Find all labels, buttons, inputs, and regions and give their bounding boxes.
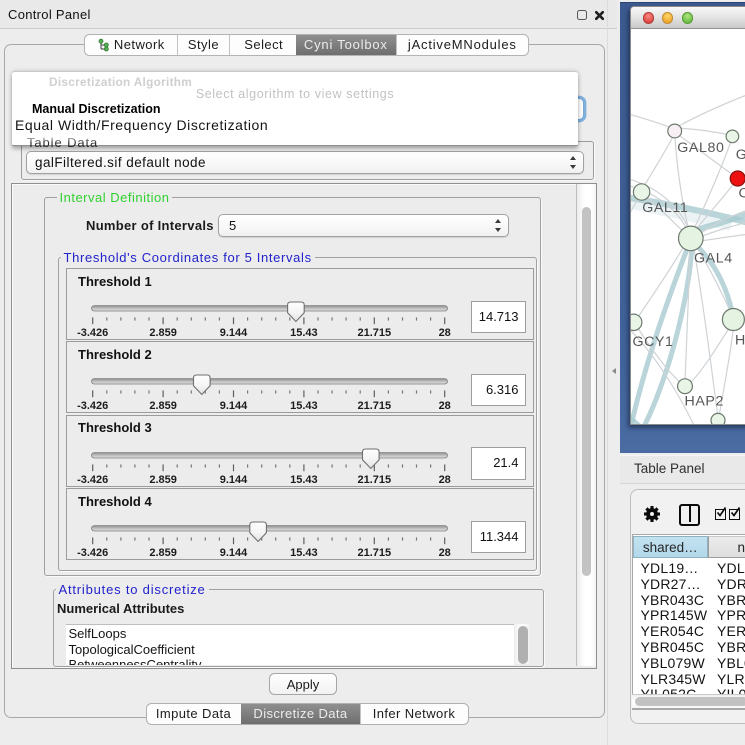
svg-text:21.715: 21.715	[357, 400, 391, 411]
svg-text:GAL80: GAL80	[677, 140, 724, 156]
svg-text:15.43: 15.43	[290, 547, 318, 558]
svg-text:2.859: 2.859	[149, 327, 177, 338]
svg-text:21.715: 21.715	[357, 474, 391, 485]
svg-text:9.144: 9.144	[219, 547, 247, 558]
svg-text:2.859: 2.859	[149, 400, 177, 411]
svg-text:-3.426: -3.426	[77, 400, 108, 411]
svg-text:9.144: 9.144	[219, 474, 247, 485]
svg-text:28: 28	[438, 327, 450, 338]
svg-text:21.715: 21.715	[357, 547, 391, 558]
svg-text:2.859: 2.859	[149, 474, 177, 485]
svg-text:28: 28	[438, 400, 450, 411]
svg-text:GAL4: GAL4	[694, 251, 733, 267]
svg-text:-3.426: -3.426	[77, 327, 108, 338]
svg-text:GAL11: GAL11	[642, 200, 688, 216]
svg-text:C: C	[739, 186, 745, 202]
svg-text:9.144: 9.144	[219, 400, 247, 411]
svg-text:9.144: 9.144	[219, 327, 247, 338]
svg-text:15.43: 15.43	[290, 327, 318, 338]
svg-text:21.715: 21.715	[357, 327, 391, 338]
svg-text:HAP2: HAP2	[685, 393, 724, 409]
svg-text:-3.426: -3.426	[77, 547, 108, 558]
svg-text:28: 28	[438, 547, 450, 558]
svg-text:15.43: 15.43	[290, 474, 318, 485]
svg-text:GA: GA	[736, 147, 745, 163]
svg-text:2.859: 2.859	[149, 547, 177, 558]
svg-text:HI: HI	[735, 333, 745, 349]
svg-text:28: 28	[438, 474, 450, 485]
svg-text:15.43: 15.43	[290, 400, 318, 411]
svg-text:-3.426: -3.426	[77, 474, 108, 485]
svg-text:GCY1: GCY1	[633, 334, 674, 350]
